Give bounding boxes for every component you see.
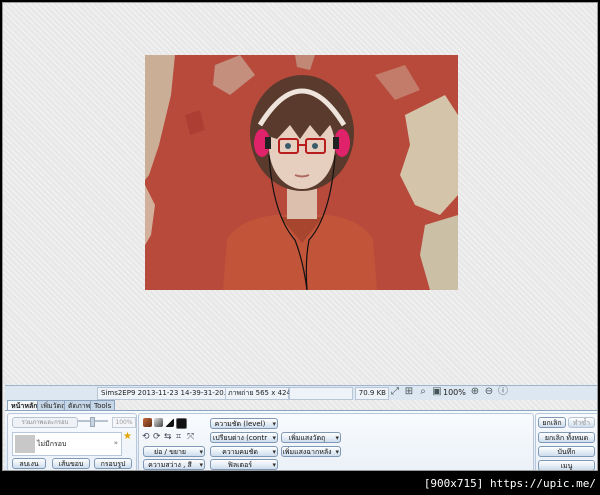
status-blank-field xyxy=(289,387,353,400)
zoom-out-icon[interactable]: ⊖ xyxy=(483,386,495,398)
opacity-slider-handle[interactable] xyxy=(90,417,95,427)
color-preset-1-icon[interactable] xyxy=(143,418,152,427)
color-preset-2-icon[interactable] xyxy=(154,418,163,427)
frame-select-label: ไม่มีกรอบ xyxy=(37,440,67,448)
undo-all-button[interactable]: ยกเลิก ทั้งหมด xyxy=(538,432,595,443)
save-button[interactable]: บันทึก xyxy=(538,446,595,457)
photo-frame-button[interactable]: กรอบรูป xyxy=(94,458,132,469)
frame-group: รวมภาพและกรอบ 100% ไม่มีกรอบ » ★ ลบเงน เ… xyxy=(7,413,137,470)
flip-horizontal-icon[interactable]: ⇆ xyxy=(164,433,172,442)
history-group: ยกเลิก ทำซ้ำ ยกเลิก ทั้งหมด บันทึก เมนู xyxy=(535,413,597,470)
undo-button[interactable]: ยกเลิก xyxy=(538,417,566,428)
photo-image xyxy=(145,55,458,290)
add-background-light-dropdown[interactable]: เพิ่มแสงฉากหลัง xyxy=(281,446,341,457)
frame-select[interactable]: ไม่มีกรอบ » xyxy=(12,432,122,456)
frame-thumbnail xyxy=(15,435,35,453)
color-preset-3-icon[interactable] xyxy=(165,418,174,427)
zoom-select-icon[interactable]: ▣ xyxy=(431,386,443,398)
status-file-size: 70.9 KB xyxy=(355,387,389,400)
crop-icon[interactable]: ⌗ xyxy=(176,433,181,442)
workspace-background: Sims2EP9 2013-11-23 14-39-31-20.jpg ภาพถ… xyxy=(2,2,598,471)
status-filename: Sims2EP9 2013-11-23 14-39-31-20.jpg xyxy=(97,387,226,400)
status-image-size: ภาพถ่าย 565 x 424 xyxy=(225,387,291,400)
adjust-group: ⟲ ⟳ ⇆ ⌗ ⤧ ย่อ / ขยาย ความสว่าง , สี ความ… xyxy=(138,413,534,470)
delete-button[interactable]: ลบเงน xyxy=(12,458,46,469)
contrast-dropdown[interactable]: เปรียบต่าง (contr xyxy=(210,432,278,443)
rotate-left-icon[interactable]: ⟲ xyxy=(142,433,150,442)
actual-size-icon[interactable]: ⊞ xyxy=(403,386,415,398)
rotate-right-icon[interactable]: ⟳ xyxy=(153,433,161,442)
watermark-text: [900x715] https://upic.me/ xyxy=(423,477,596,490)
photo-canvas[interactable] xyxy=(145,55,458,290)
status-bar: Sims2EP9 2013-11-23 14-39-31-20.jpg ภาพถ… xyxy=(5,385,597,400)
info-icon[interactable]: ⓘ xyxy=(497,386,509,398)
menu-button[interactable]: เมนู xyxy=(538,460,595,470)
brightness-color-dropdown[interactable]: ความสว่าง , สี xyxy=(143,459,205,470)
expand-icon[interactable]: ⤧ xyxy=(187,433,194,442)
filter-dropdown[interactable]: ฟิลเตอร์ xyxy=(210,459,278,470)
merge-frame-button[interactable]: รวมภาพและกรอบ xyxy=(12,417,78,428)
border-button[interactable]: เส้นขอบ xyxy=(52,458,90,469)
ribbon-panel: รวมภาพและกรอบ 100% ไม่มีกรอบ » ★ ลบเงน เ… xyxy=(5,410,597,470)
resize-dropdown[interactable]: ย่อ / ขยาย xyxy=(143,446,205,457)
opacity-value: 100% xyxy=(112,417,136,428)
level-dropdown[interactable]: ความชัด (level) xyxy=(210,418,278,429)
zoom-level: 100% xyxy=(443,388,466,397)
color-preset-4-icon[interactable] xyxy=(176,418,187,429)
sharpness-dropdown[interactable]: ความคมชัด xyxy=(210,446,278,457)
star-icon[interactable]: ★ xyxy=(123,431,132,442)
zoom-in-icon[interactable]: ⊕ xyxy=(469,386,481,398)
zoom-box-icon[interactable]: ⌕ xyxy=(417,386,429,398)
add-object-light-dropdown[interactable]: เพิ่มแสงวัตถุ xyxy=(281,432,341,443)
redo-button[interactable]: ทำซ้ำ xyxy=(568,417,595,428)
chevron-down-icon: » xyxy=(113,439,118,447)
fit-screen-icon[interactable]: ⤢ xyxy=(389,386,401,398)
